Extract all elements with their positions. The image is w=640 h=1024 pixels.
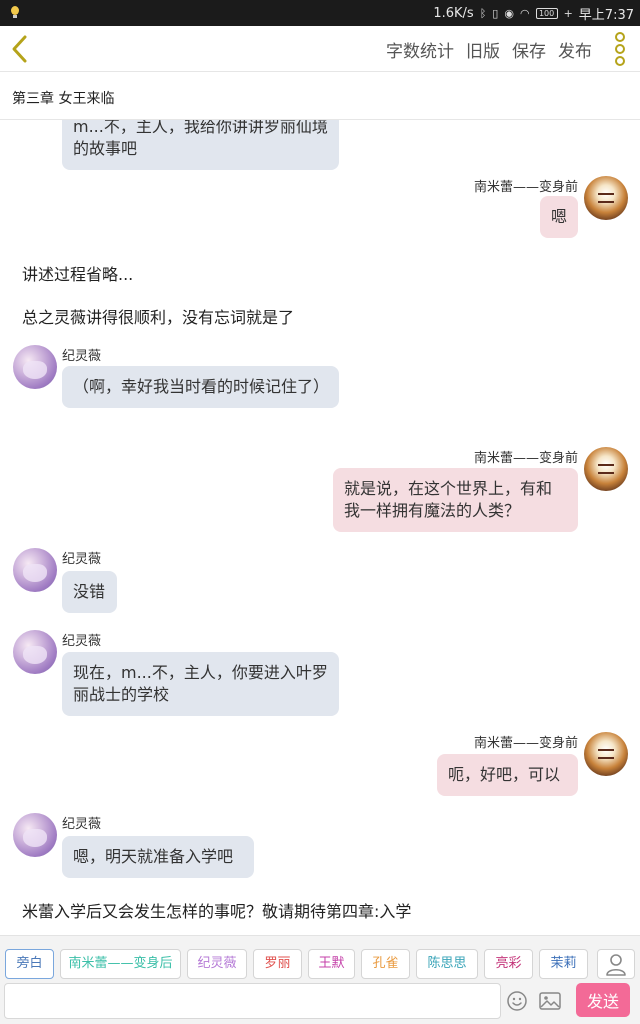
old-version-button[interactable]: 旧版: [466, 37, 500, 62]
character-selector: 旁白 南米蕾——变身后 纪灵薇 罗丽 王默 孔雀 陈思思 亮彩 茉莉: [0, 935, 640, 981]
character-chip[interactable]: 南米蕾——变身后: [60, 949, 181, 979]
wifi-icon: ◠: [519, 6, 530, 20]
chat-bubble-left[interactable]: 现在，m...不，主人，你要进入叶罗丽战士的学校: [62, 652, 339, 716]
avatar[interactable]: [13, 548, 57, 592]
vibrate-icon: ▯: [492, 6, 499, 20]
word-count-button[interactable]: 字数统计: [386, 37, 454, 62]
speaker-name: 南米蕾——变身前: [473, 736, 578, 751]
narration-text[interactable]: 米蕾入学后又会发生怎样的事呢？敬请期待第四章:入学: [22, 898, 411, 922]
network-speed: 1.6K/s: [433, 5, 474, 21]
more-menu-icon[interactable]: [614, 32, 626, 66]
send-button[interactable]: 发送: [576, 983, 630, 1017]
character-chip[interactable]: 茉莉: [539, 949, 588, 979]
avatar[interactable]: [13, 630, 57, 674]
input-bar: 发送: [0, 981, 640, 1024]
save-button[interactable]: 保存: [512, 37, 546, 62]
emoji-icon[interactable]: [506, 990, 528, 1012]
status-bar: 1.6K/s ᛒ ▯ ◉ ◠ 100 + 早上7:37: [0, 0, 640, 26]
chat-bubble-right[interactable]: 呃，好吧，可以: [437, 754, 578, 796]
clock: 早上7:37: [578, 7, 634, 23]
character-chip[interactable]: 王默: [308, 949, 355, 979]
chat-area[interactable]: m...不，主人，我给你讲讲罗丽仙境的故事吧 南米蕾——变身前 嗯 讲述过程省略…: [0, 120, 640, 935]
speaker-name: 纪灵薇: [62, 634, 102, 649]
character-chip-narrator[interactable]: 旁白: [5, 949, 54, 979]
avatar[interactable]: [584, 732, 628, 776]
speaker-name: 纪灵薇: [62, 817, 102, 832]
narration-text[interactable]: 总之灵薇讲得很顺利，没有忘词就是了: [22, 304, 294, 328]
narration-text[interactable]: 讲述过程省略...: [22, 261, 133, 285]
message-input[interactable]: [4, 983, 501, 1019]
speaker-name: 南米蕾——变身前: [473, 451, 578, 466]
chat-bubble-left[interactable]: 嗯，明天就准备入学吧: [62, 836, 254, 878]
speaker-name: 南米蕾——变身前: [473, 180, 578, 195]
back-chevron-icon[interactable]: [8, 34, 32, 64]
chapter-title[interactable]: 第三章 女王来临: [0, 72, 640, 120]
avatar[interactable]: [584, 176, 628, 220]
character-chip[interactable]: 孔雀: [361, 949, 410, 979]
chat-bubble-left[interactable]: 没错: [62, 571, 117, 613]
eye-icon: ◉: [504, 6, 514, 20]
publish-button[interactable]: 发布: [558, 37, 592, 62]
editor-screen: 1.6K/s ᛒ ▯ ◉ ◠ 100 + 早上7:37 字数统计 旧版 保存 发…: [0, 0, 640, 1024]
avatar[interactable]: [584, 447, 628, 491]
avatar[interactable]: [13, 813, 57, 857]
character-chip[interactable]: 纪灵薇: [187, 949, 247, 979]
add-character-user-icon[interactable]: [597, 949, 635, 979]
chat-bubble-right[interactable]: 嗯: [540, 196, 578, 238]
charging-icon: +: [563, 6, 573, 20]
chat-bubble-right[interactable]: 就是说，在这个世界上，有和我一样拥有魔法的人类？: [333, 468, 578, 532]
character-chip[interactable]: 罗丽: [253, 949, 302, 979]
chat-bubble-left[interactable]: （啊，幸好我当时看的时候记住了）: [62, 366, 339, 408]
speaker-name: 纪灵薇: [62, 552, 102, 567]
notification-bulb-icon: [10, 5, 20, 19]
battery-icon: 100: [535, 7, 558, 19]
chat-bubble-left[interactable]: m...不，主人，我给你讲讲罗丽仙境的故事吧: [62, 120, 339, 170]
speaker-name: 纪灵薇: [62, 349, 102, 364]
image-icon[interactable]: [538, 990, 562, 1012]
avatar[interactable]: [13, 345, 57, 389]
bluetooth-icon: ᛒ: [479, 6, 487, 20]
character-chip[interactable]: 陈思思: [416, 949, 478, 979]
character-chip[interactable]: 亮彩: [484, 949, 533, 979]
top-toolbar: 字数统计 旧版 保存 发布: [0, 26, 640, 72]
